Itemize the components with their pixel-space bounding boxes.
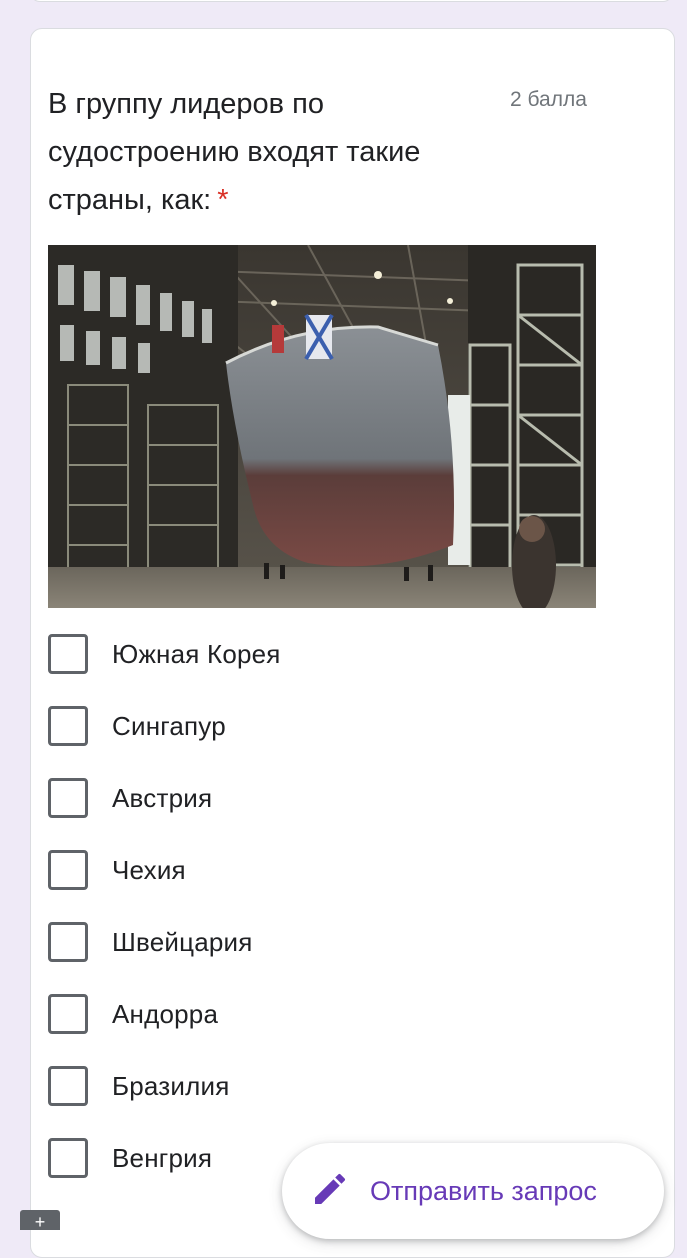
- option-item[interactable]: Чехия: [48, 848, 588, 892]
- option-label: Венгрия: [112, 1142, 213, 1173]
- option-item[interactable]: Швейцария: [48, 920, 588, 964]
- option-label: Чехия: [112, 854, 186, 885]
- send-request-button[interactable]: Отправить запрос: [282, 1143, 664, 1239]
- option-item[interactable]: Бразилия: [48, 1064, 588, 1108]
- pencil-icon: [310, 1169, 350, 1214]
- checkbox[interactable]: [48, 778, 88, 818]
- option-label: Андорра: [112, 998, 219, 1029]
- send-request-label: Отправить запрос: [370, 1175, 597, 1206]
- option-item[interactable]: Андорра: [48, 992, 588, 1036]
- points-label: 2 балла: [510, 88, 587, 111]
- checkbox[interactable]: [48, 1066, 88, 1106]
- checkbox[interactable]: [48, 850, 88, 890]
- question-text: В группу лидеров по судостроению входят …: [48, 88, 421, 216]
- required-asterisk: *: [217, 184, 229, 216]
- option-label: Бразилия: [112, 1070, 230, 1101]
- shipyard-photo: [48, 245, 596, 608]
- question-title: В группу лидеров по судостроению входят …: [48, 80, 488, 224]
- checkbox[interactable]: [48, 922, 88, 962]
- checkbox[interactable]: [48, 1138, 88, 1178]
- option-item[interactable]: Австрия: [48, 776, 588, 820]
- checkbox[interactable]: [48, 634, 88, 674]
- previous-question-card: [30, 0, 673, 2]
- add-icon[interactable]: +: [20, 1210, 60, 1232]
- option-item[interactable]: Южная Корея: [48, 632, 588, 676]
- option-label: Сингапур: [112, 710, 226, 741]
- option-label: Швейцария: [112, 926, 253, 957]
- option-label: Австрия: [112, 782, 213, 813]
- option-label: Южная Корея: [112, 638, 281, 669]
- checkbox[interactable]: [48, 994, 88, 1034]
- question-image: [48, 245, 596, 608]
- option-item[interactable]: Сингапур: [48, 704, 588, 748]
- checkbox[interactable]: [48, 706, 88, 746]
